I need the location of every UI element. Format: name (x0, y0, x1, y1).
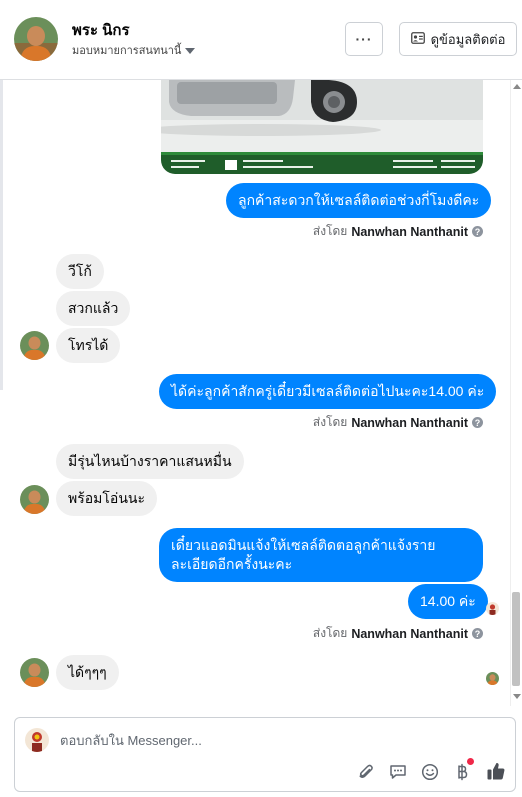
help-icon[interactable]: ? (472, 226, 483, 237)
incoming-message[interactable]: สวกแล้ว (56, 291, 131, 326)
reply-input[interactable] (60, 733, 460, 748)
seen-avatar (486, 672, 499, 685)
speech-bubble-icon[interactable] (388, 762, 408, 782)
outgoing-message[interactable]: ได้ค่ะลูกค้าสักครู่เดี๋ยวมีเซลล์ติดต่อไป… (159, 374, 497, 409)
help-icon[interactable]: ? (472, 628, 483, 639)
sent-by-label: ส่งโดย Nanwhan Nanthanit ? (313, 624, 483, 643)
scrollbar-thumb[interactable] (512, 592, 520, 686)
message-line: ละเอียดอีกครั้งนะคะ (171, 556, 293, 572)
caret-down-icon (185, 47, 196, 54)
thumbs-up-icon[interactable] (485, 760, 507, 782)
shared-vehicle-image[interactable] (161, 80, 483, 174)
emoji-icon[interactable] (420, 762, 440, 782)
seen-avatar (486, 602, 499, 615)
incoming-message[interactable]: โทรได้ (56, 328, 121, 363)
sent-by-label: ส่งโดย Nanwhan Nanthanit ? (313, 222, 483, 241)
outgoing-message[interactable]: 14.00 ค่ะ (408, 584, 488, 619)
sender-avatar[interactable] (20, 658, 49, 687)
sent-by-label: ส่งโดย Nanwhan Nanthanit ? (313, 413, 483, 432)
help-icon[interactable]: ? (472, 417, 483, 428)
baht-icon[interactable] (452, 762, 472, 782)
scroll-up-arrow-icon[interactable] (513, 84, 521, 89)
incoming-message[interactable]: พร้อมโอ่นนะ (56, 481, 157, 516)
notification-dot (467, 758, 474, 765)
incoming-message[interactable]: วีโก้ (56, 254, 104, 289)
sender-name[interactable]: Nanwhan Nanthanit (351, 225, 468, 239)
contact-avatar[interactable] (14, 17, 58, 61)
paperclip-icon[interactable] (356, 762, 376, 782)
reply-composer (14, 717, 516, 792)
contact-name[interactable]: พระ นิกร (72, 18, 130, 42)
sent-by-prefix: ส่งโดย (312, 415, 348, 429)
sent-by-prefix: ส่งโดย (312, 224, 348, 238)
sender-avatar[interactable] (20, 331, 49, 360)
sender-name[interactable]: Nanwhan Nanthanit (351, 416, 468, 430)
conversation-header: พระ นิกร มอบหมายการสนทนานี้ ··· ดูข้อมูล… (0, 0, 522, 80)
assign-conversation-label: มอบหมายการสนทนานี้ (72, 45, 182, 57)
sender-avatar[interactable] (20, 485, 49, 514)
view-contact-info-button[interactable]: ดูข้อมูลติดต่อ (399, 22, 517, 56)
sent-by-prefix: ส่งโดย (312, 626, 348, 640)
incoming-message[interactable]: ได้ๆๆๆ (56, 655, 119, 690)
incoming-message[interactable]: มีรุ่นไหนบ้างราคาแสนหมื่น (56, 444, 244, 479)
more-options-button[interactable]: ··· (345, 22, 383, 56)
assign-conversation-dropdown[interactable]: มอบหมายการสนทนานี้ (72, 41, 196, 59)
outgoing-message[interactable]: เดี๋ยวแอดมินแจ้งให้เซลล์ติดตอลูกค้าแจ้งร… (159, 528, 483, 582)
page-avatar (25, 728, 49, 752)
scroll-down-arrow-icon[interactable] (513, 694, 521, 699)
view-contact-info-label: ดูข้อมูลติดต่อ (430, 31, 506, 47)
message-line: เดี๋ยวแอดมินแจ้งให้เซลล์ติดตอลูกค้าแจ้งร… (171, 537, 436, 553)
sender-name[interactable]: Nanwhan Nanthanit (351, 627, 468, 641)
contact-card-icon (410, 31, 425, 47)
left-divider (0, 80, 3, 390)
outgoing-message[interactable]: ลูกค้าสะดวกให้เซลล์ติดต่อช่วงกี่โมงดีคะ (226, 183, 492, 218)
